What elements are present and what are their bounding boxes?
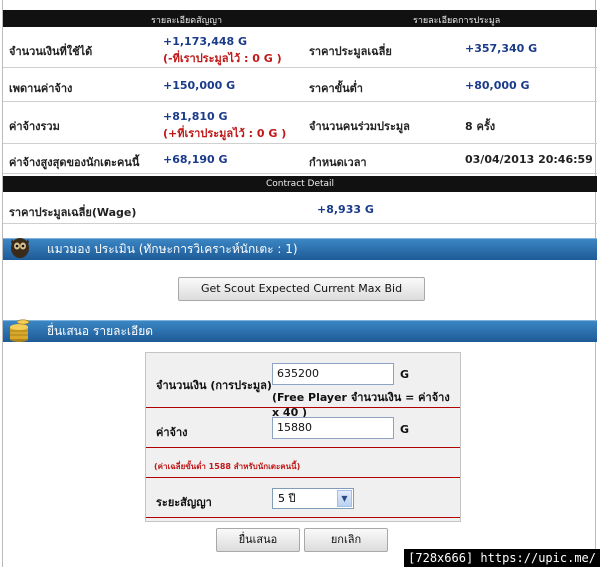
- bid-section-header: ยื่นเสนอ รายละเอียด: [3, 319, 597, 342]
- wage-label: ค่าจ้าง: [156, 426, 188, 439]
- total-wage-label: ค่าจ้างรวม: [9, 120, 60, 133]
- max-wage-value: +68,190 G: [163, 153, 228, 166]
- deadline-label: กำหนดเวลา: [309, 156, 367, 169]
- average-bid-label: ราคาประมูลเฉลี่ย: [309, 45, 392, 58]
- wage-unit: G: [400, 423, 410, 436]
- wage-cap-label: เพดานค่าจ้าง: [9, 82, 73, 95]
- minimum-price-value: +80,000 G: [465, 79, 530, 92]
- bid-amount-input[interactable]: 635200: [272, 363, 394, 385]
- available-money-note: (-ที่เราประมูลไว้ : 0 G ): [163, 52, 282, 65]
- bid-amount-unit: G: [400, 368, 410, 381]
- max-wage-label: ค่าจ้างสูงสุดของนักเตะคนนี้: [9, 156, 140, 169]
- bid-form: จำนวนเงิน (การประมูล) 635200 G (Free Pla…: [145, 352, 461, 522]
- form-divider: [146, 447, 460, 448]
- contract-wage-label: ราคาประมูลเฉลี่ย(Wage): [9, 206, 137, 219]
- form-divider: [146, 517, 460, 518]
- total-wage-value: +81,810 G: [163, 110, 228, 123]
- contract-detail-header: Contract Detail: [3, 176, 597, 192]
- contract-wage-row: ราคาประมูลเฉลี่ย(Wage) +8,933 G: [3, 194, 597, 224]
- coins-icon: [10, 319, 30, 342]
- contract-term-select[interactable]: 5 ปี ▼: [272, 488, 354, 509]
- minimum-price-label: ราคาขั้นต่ำ: [309, 82, 363, 95]
- wage-cap-value: +150,000 G: [163, 79, 236, 92]
- bidder-count-label: จำนวนคนร่วมประมูล: [309, 120, 410, 133]
- wage-minimum-warning: (ค่าเฉลี่ยขั้นต่ำ 1588 สำหรับนักเตะคนนี้…: [154, 462, 301, 471]
- bid-amount-label: จำนวนเงิน (การประมูล): [156, 379, 272, 392]
- watermark-label: [728x666] https://upic.me/: [404, 549, 600, 567]
- form-divider: [146, 477, 460, 478]
- contract-term-value: 5 ปี: [278, 492, 296, 505]
- available-money-label: จำนวนเงินที่ใช้ได้: [9, 45, 93, 58]
- summary-header: รายละเอียดสัญญา รายละเอียดการประมูล: [3, 10, 597, 27]
- get-scout-bid-button[interactable]: Get Scout Expected Current Max Bid: [178, 277, 425, 301]
- submit-bid-button[interactable]: ยื่นเสนอ: [216, 528, 300, 552]
- summary-row: จำนวนเงินที่ใช้ได้ +1,173,448 G (-ที่เรา…: [3, 28, 597, 68]
- scout-section-title: แมวมอง ประเมิน (ทักษะการวิเคราะห์นักเตะ …: [47, 242, 298, 256]
- bidder-count-value: 8 ครั้ง: [465, 120, 496, 133]
- summary-row: เพดานค่าจ้าง +150,000 G ราคาขั้นต่ำ +80,…: [3, 68, 597, 102]
- scout-icon: [11, 238, 29, 258]
- available-money-value: +1,173,448 G: [163, 35, 248, 48]
- deadline-value: 03/04/2013 20:46:59: [465, 153, 593, 166]
- auction-details-heading: รายละเอียดการประมูล: [413, 16, 501, 26]
- contract-term-label: ระยะสัญญา: [156, 496, 212, 509]
- contract-wage-value: +8,933 G: [317, 203, 374, 216]
- wage-input[interactable]: 15880: [272, 417, 394, 439]
- bid-amount-hint: (Free Player จำนวนเงิน = ค่าจ้าง x 40 ): [272, 391, 450, 419]
- bid-section-title: ยื่นเสนอ รายละเอียด: [47, 324, 154, 338]
- auction-panel: รายละเอียดสัญญา รายละเอียดการประมูล จำนว…: [2, 0, 597, 567]
- form-divider: [146, 407, 460, 408]
- summary-row: ค่าจ้างสูงสุดของนักเตะคนนี้ +68,190 G กำ…: [3, 144, 597, 174]
- total-wage-note: (+ที่เราประมูลไว้ : 0 G ): [163, 127, 287, 140]
- average-bid-value: +357,340 G: [465, 42, 538, 55]
- scout-section-header: แมวมอง ประเมิน (ทักษะการวิเคราะห์นักเตะ …: [3, 238, 597, 260]
- chevron-down-icon[interactable]: ▼: [337, 490, 352, 507]
- cancel-button[interactable]: ยกเลิก: [304, 528, 388, 552]
- contract-details-heading: รายละเอียดสัญญา: [151, 16, 222, 26]
- summary-row: ค่าจ้างรวม +81,810 G (+ที่เราประมูลไว้ :…: [3, 102, 597, 144]
